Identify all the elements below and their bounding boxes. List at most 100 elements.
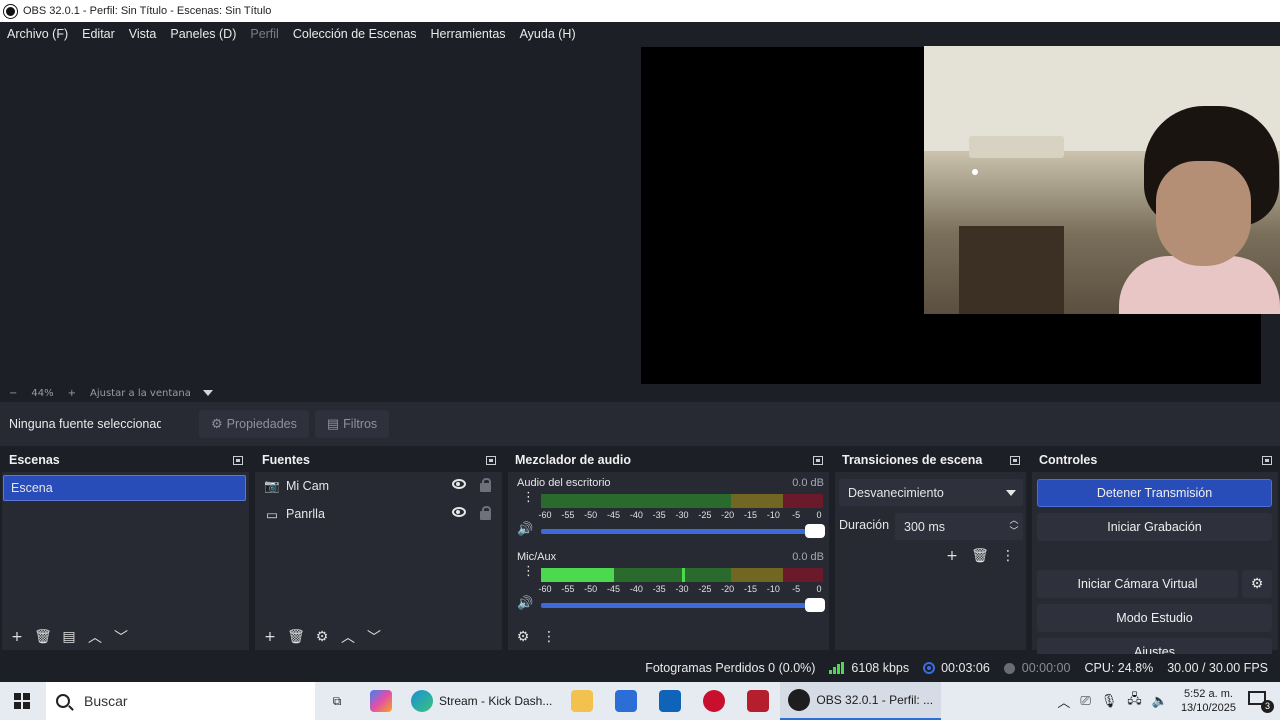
record-icon xyxy=(1003,662,1015,674)
properties-button[interactable]: ⚙ Propiedades xyxy=(199,410,309,438)
search-icon xyxy=(56,694,70,708)
taskbar-obs-app[interactable]: OBS 32.0.1 - Perfil: ... xyxy=(780,682,942,720)
copilot-icon[interactable] xyxy=(359,682,403,720)
kebab-menu-icon[interactable]: ⋮ xyxy=(1001,548,1015,564)
preview-area[interactable] xyxy=(0,46,1280,384)
zoom-out-button[interactable]: − xyxy=(9,388,17,399)
trash-icon[interactable]: 🗑 xyxy=(34,629,52,645)
chevron-up-icon[interactable]: ︿ xyxy=(1057,692,1070,711)
microphone-icon[interactable]: 🎙 xyxy=(1101,693,1118,709)
scene-item[interactable]: Escena xyxy=(3,475,246,501)
undock-icon[interactable] xyxy=(813,455,823,465)
trash-icon[interactable]: 🗑 xyxy=(287,629,305,645)
outlook-icon[interactable] xyxy=(648,682,692,720)
undock-icon[interactable] xyxy=(1262,455,1272,465)
add-icon[interactable]: + xyxy=(263,629,277,645)
zoom-dropdown-icon[interactable] xyxy=(202,390,213,396)
menu-scene-collection[interactable]: Colección de Escenas xyxy=(293,27,417,41)
scale-tick-label: -55 xyxy=(561,510,575,520)
volume-slider[interactable] xyxy=(541,529,825,534)
virtual-camera-settings-button[interactable]: ⚙ xyxy=(1242,570,1272,598)
speaker-icon[interactable]: 🔊 xyxy=(517,596,533,611)
visibility-eye-icon[interactable] xyxy=(452,479,466,489)
kebab-menu-icon[interactable]: ⋮ xyxy=(522,565,535,578)
scale-tick-label: -20 xyxy=(721,510,735,520)
menu-file[interactable]: Archivo (F) xyxy=(7,27,68,41)
search-placeholder: Buscar xyxy=(84,693,128,709)
kebab-menu-icon[interactable]: ⋮ xyxy=(522,491,535,504)
sources-dock: Fuentes 📷 Mi Cam ▭ Panrlla + 🗑 ⚙ ︿ ﹀ xyxy=(255,448,502,650)
volume-icon[interactable]: 🔈 xyxy=(1152,693,1168,709)
gear-icon[interactable]: ⚙ xyxy=(315,629,329,645)
network-icon[interactable]: 🖧 xyxy=(1127,690,1142,712)
start-virtual-camera-button[interactable]: Iniciar Cámara Virtual xyxy=(1037,570,1238,598)
channel-name: Mic/Aux xyxy=(517,551,557,563)
lock-icon[interactable] xyxy=(480,478,491,492)
transitions-dock: Transiciones de escena Desvanecimiento D… xyxy=(835,448,1026,650)
scene-filters-icon[interactable]: ▤ xyxy=(62,629,76,645)
move-up-icon[interactable]: ︿ xyxy=(88,627,102,647)
start-recording-button[interactable]: Iniciar Grabación xyxy=(1037,513,1272,541)
scale-tick-label: 0 xyxy=(816,584,822,594)
menu-tools[interactable]: Herramientas xyxy=(431,27,506,41)
scale-tick-label: -35 xyxy=(652,510,666,520)
zoom-fit-label[interactable]: Ajustar a la ventana xyxy=(90,388,191,399)
source-item-mi-cam[interactable]: 📷 Mi Cam xyxy=(255,472,502,500)
menu-help[interactable]: Ayuda (H) xyxy=(520,27,576,41)
undock-icon[interactable] xyxy=(1010,455,1020,465)
add-icon[interactable]: + xyxy=(10,629,24,645)
transition-select[interactable]: Desvanecimiento xyxy=(839,479,1023,506)
cpu-usage: CPU: 24.8% xyxy=(1084,661,1154,675)
move-up-icon[interactable]: ︿ xyxy=(341,627,355,647)
microsoft-store-icon[interactable] xyxy=(604,682,648,720)
red-app-icon[interactable] xyxy=(692,682,736,720)
undock-icon[interactable] xyxy=(233,455,243,465)
move-down-icon[interactable]: ﹀ xyxy=(114,627,128,647)
meter-scale: -60 -55 -50 -45 -40 -35 -30 -25 -20 -15 -10 -5 0 xyxy=(538,508,829,522)
bitrate-status: 6108 kbps xyxy=(829,661,909,675)
audio-mixer-dock: Mezclador de audio Audio del escritorio … xyxy=(508,448,829,650)
zoom-in-button[interactable]: + xyxy=(68,388,76,399)
duration-field[interactable]: 300 ms ︿ ﹀ xyxy=(895,513,1023,540)
lock-icon[interactable] xyxy=(480,506,491,520)
add-icon[interactable]: + xyxy=(945,548,959,564)
scale-tick-label: -45 xyxy=(606,510,621,520)
menu-view[interactable]: Vista xyxy=(129,27,157,41)
stop-streaming-button[interactable]: Detener Transmisión xyxy=(1037,479,1272,507)
undock-icon[interactable] xyxy=(486,455,496,465)
trash-icon[interactable]: 🗑 xyxy=(971,548,989,564)
visibility-eye-icon[interactable] xyxy=(452,507,466,517)
windows-taskbar: Buscar ⧉ Stream - Kick Dash... OBS 32.0.… xyxy=(0,682,1280,720)
clock-date: 13/10/2025 xyxy=(1180,702,1236,714)
scenes-dock: Escenas Escena + 🗑 ▤ ︿ ﹀ xyxy=(2,448,249,650)
volume-slider-handle[interactable] xyxy=(805,598,825,612)
volume-slider-handle[interactable] xyxy=(805,524,825,538)
camera-tray-icon[interactable]: ⎚ xyxy=(1080,693,1090,709)
file-explorer-icon[interactable] xyxy=(560,682,604,720)
fps-value: 30.00 / 30.00 FPS xyxy=(1167,661,1268,675)
menu-docks[interactable]: Paneles (D) xyxy=(170,27,236,41)
screen-recorder-icon[interactable] xyxy=(736,682,780,720)
menu-edit[interactable]: Editar xyxy=(82,27,115,41)
duration-spinner[interactable]: ︿ ﹀ xyxy=(1008,515,1020,537)
studio-mode-button[interactable]: Modo Estudio xyxy=(1037,604,1272,632)
task-view-icon[interactable]: ⧉ xyxy=(315,682,359,720)
volume-slider[interactable] xyxy=(541,603,825,608)
taskbar-edge-app[interactable]: Stream - Kick Dash... xyxy=(403,682,560,720)
camera-icon: 📷 xyxy=(264,478,280,493)
windows-start-icon[interactable] xyxy=(14,693,30,709)
audio-channel-mic: Mic/Aux 0.0 dB ⋮ -60 -55 -50 -45 -40 -35 -30 -2… xyxy=(508,546,830,620)
notifications-icon[interactable]: 3 xyxy=(1248,691,1274,713)
filters-button[interactable]: ▤ Filtros xyxy=(314,410,390,438)
advanced-audio-gear-icon[interactable]: ⚙ xyxy=(516,629,530,645)
kebab-menu-icon[interactable]: ⋮ xyxy=(542,629,556,645)
edge-browser-icon xyxy=(411,690,433,712)
scale-tick-label: -5 xyxy=(792,584,801,594)
move-down-icon[interactable]: ﹀ xyxy=(367,627,381,647)
scale-tick-label: -30 xyxy=(675,584,689,594)
clock[interactable]: 5:52 a. m. 13/10/2025 xyxy=(1181,687,1236,715)
meter-scale: -60 -55 -50 -45 -40 -35 -30 -25 -20 -15 -10 -5 0 xyxy=(538,582,829,596)
source-item-panrlla[interactable]: ▭ Panrlla xyxy=(255,500,502,528)
taskbar-search[interactable]: Buscar xyxy=(46,682,315,720)
speaker-icon[interactable]: 🔊 xyxy=(517,522,533,537)
